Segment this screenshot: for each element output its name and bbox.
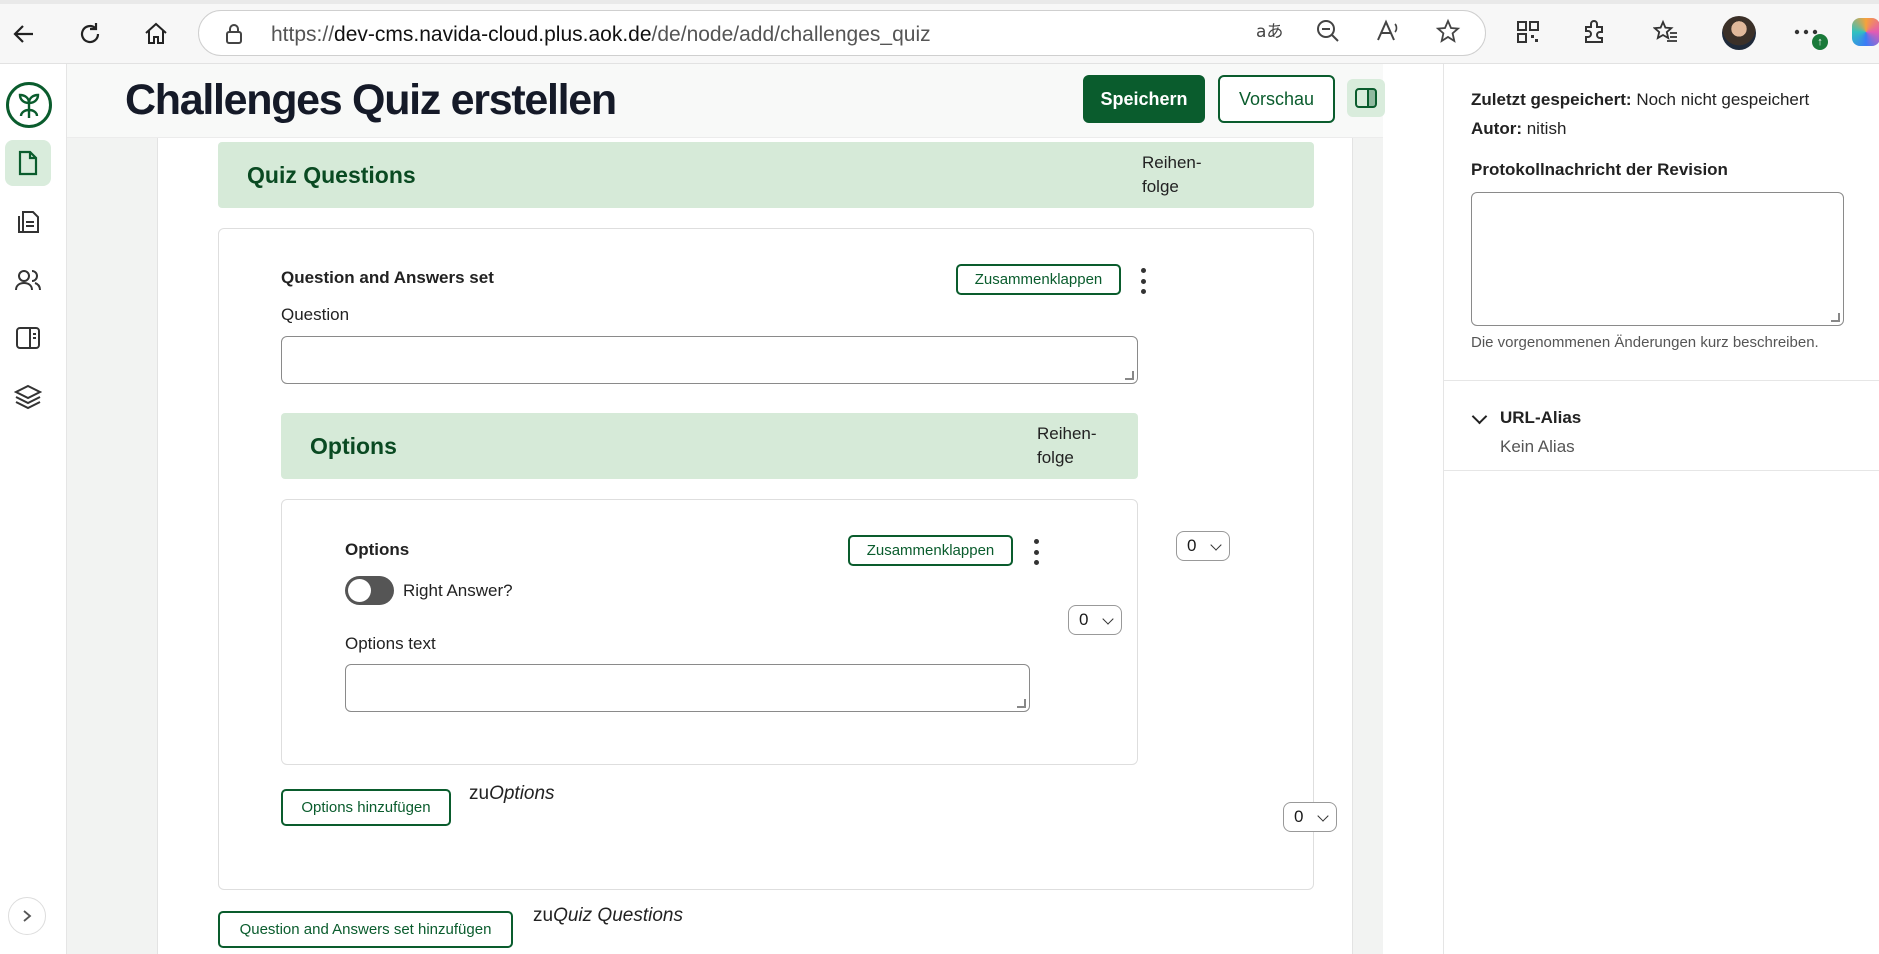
add-options-button[interactable]: Options hinzufügen [281,789,451,826]
main-content: Quiz Questions Reihen- folge Question an… [67,138,1383,954]
update-badge-icon: ↑ [1812,34,1828,50]
question-textarea[interactable] [281,336,1138,384]
revision-log-textarea[interactable] [1471,192,1844,326]
question-weight-select[interactable]: 0 [1176,531,1230,561]
admin-sidebar [0,64,67,954]
options-text-label: Options text [345,634,436,653]
back-button[interactable] [4,14,44,54]
page-title: Challenges Quiz erstellen [125,76,617,124]
sidebar-panel-icon [1355,88,1377,108]
lock-icon [226,24,242,44]
add-options-suffix: zuOptions [469,783,555,804]
content-list-icon[interactable] [5,198,51,244]
expand-sidebar-button[interactable] [8,897,46,935]
favorites-list-icon[interactable] [1650,16,1682,48]
tab-strip [0,0,1879,4]
chevron-down-icon[interactable] [1471,408,1488,425]
layers-icon[interactable] [5,374,51,420]
arrow-left-icon [13,25,33,43]
favorite-star-icon[interactable] [1433,16,1463,46]
quiz-questions-title: Quiz Questions [247,162,416,188]
home-button[interactable] [136,14,176,54]
meta-sidebar: Zuletzt gespeichert: Noch nicht gespeich… [1443,64,1879,954]
content-add-icon[interactable] [5,140,51,186]
option-actions-kebab-icon[interactable] [1030,539,1042,565]
divider [1444,470,1879,471]
extensions-icon[interactable] [1578,16,1610,48]
option-weight-select[interactable]: 0 [1068,605,1122,635]
toggle-sidebar-button[interactable] [1347,79,1385,117]
aok-logo-icon[interactable] [6,82,52,128]
add-question-set-button[interactable]: Question and Answers set hinzufügen [218,911,513,948]
copilot-icon[interactable] [1852,18,1879,46]
right-answer-label: Right Answer? [403,581,513,600]
question-label: Question [281,305,350,324]
divider [1444,380,1879,381]
reorder-link[interactable]: Reihen- folge [1142,151,1202,199]
revision-log-hint: Die vorgenommenen Änderungen kurz beschr… [1471,334,1819,351]
save-button[interactable]: Speichern [1083,75,1205,123]
right-answer-toggle[interactable] [345,576,394,605]
browser-toolbar: https://dev-cms.navida-cloud.plus.aok.de… [0,0,1879,64]
outer-weight-select[interactable]: 0 [1283,802,1337,832]
quiz-questions-header: Quiz Questions Reihen- folge [218,142,1314,208]
url-alias-toggle[interactable]: URL-Alias [1500,408,1581,428]
users-icon[interactable] [5,257,51,303]
question-actions-kebab-icon[interactable] [1137,268,1149,294]
question-item-title: Question and Answers set [281,268,494,287]
translate-icon[interactable]: aあ [1253,16,1283,46]
last-saved-row: Zuletzt gespeichert: Noch nicht gespeich… [1471,90,1810,109]
reload-icon [80,23,100,44]
chevron-down-icon [1102,613,1114,625]
page-header: Challenges Quiz erstellen Speichern Vors… [67,64,1385,138]
chevron-down-icon [1210,539,1222,551]
collapse-question-button[interactable]: Zusammenklappen [956,264,1121,295]
url-text: https://dev-cms.navida-cloud.plus.aok.de… [271,23,931,46]
chevron-down-icon [1317,810,1329,822]
address-bar[interactable]: https://dev-cms.navida-cloud.plus.aok.de… [198,10,1486,56]
options-header: Options Reihen- folge [281,413,1138,479]
options-title: Options [310,433,397,459]
revision-log-label: Protokollnachricht der Revision [1471,160,1728,179]
author-row: Autor: nitish [1471,119,1567,138]
layout-icon[interactable] [5,315,51,361]
options-text-textarea[interactable] [345,664,1030,712]
add-question-set-suffix: zuQuiz Questions [533,905,683,926]
reload-button[interactable] [70,14,110,54]
option-item-title: Options [345,540,410,559]
options-reorder-link[interactable]: Reihen- folge [1037,422,1097,470]
read-aloud-icon[interactable] [1373,16,1403,46]
profile-avatar[interactable] [1722,16,1756,50]
collapse-option-button[interactable]: Zusammenklappen [848,535,1013,566]
svg-text:aあ: aあ [1256,22,1282,42]
home-icon [145,22,167,44]
zoom-out-icon[interactable] [1313,16,1343,46]
url-alias-value: Kein Alias [1500,437,1575,456]
preview-button[interactable]: Vorschau [1218,75,1335,123]
qr-code-icon[interactable] [1512,16,1544,48]
chevron-right-icon [23,910,32,922]
